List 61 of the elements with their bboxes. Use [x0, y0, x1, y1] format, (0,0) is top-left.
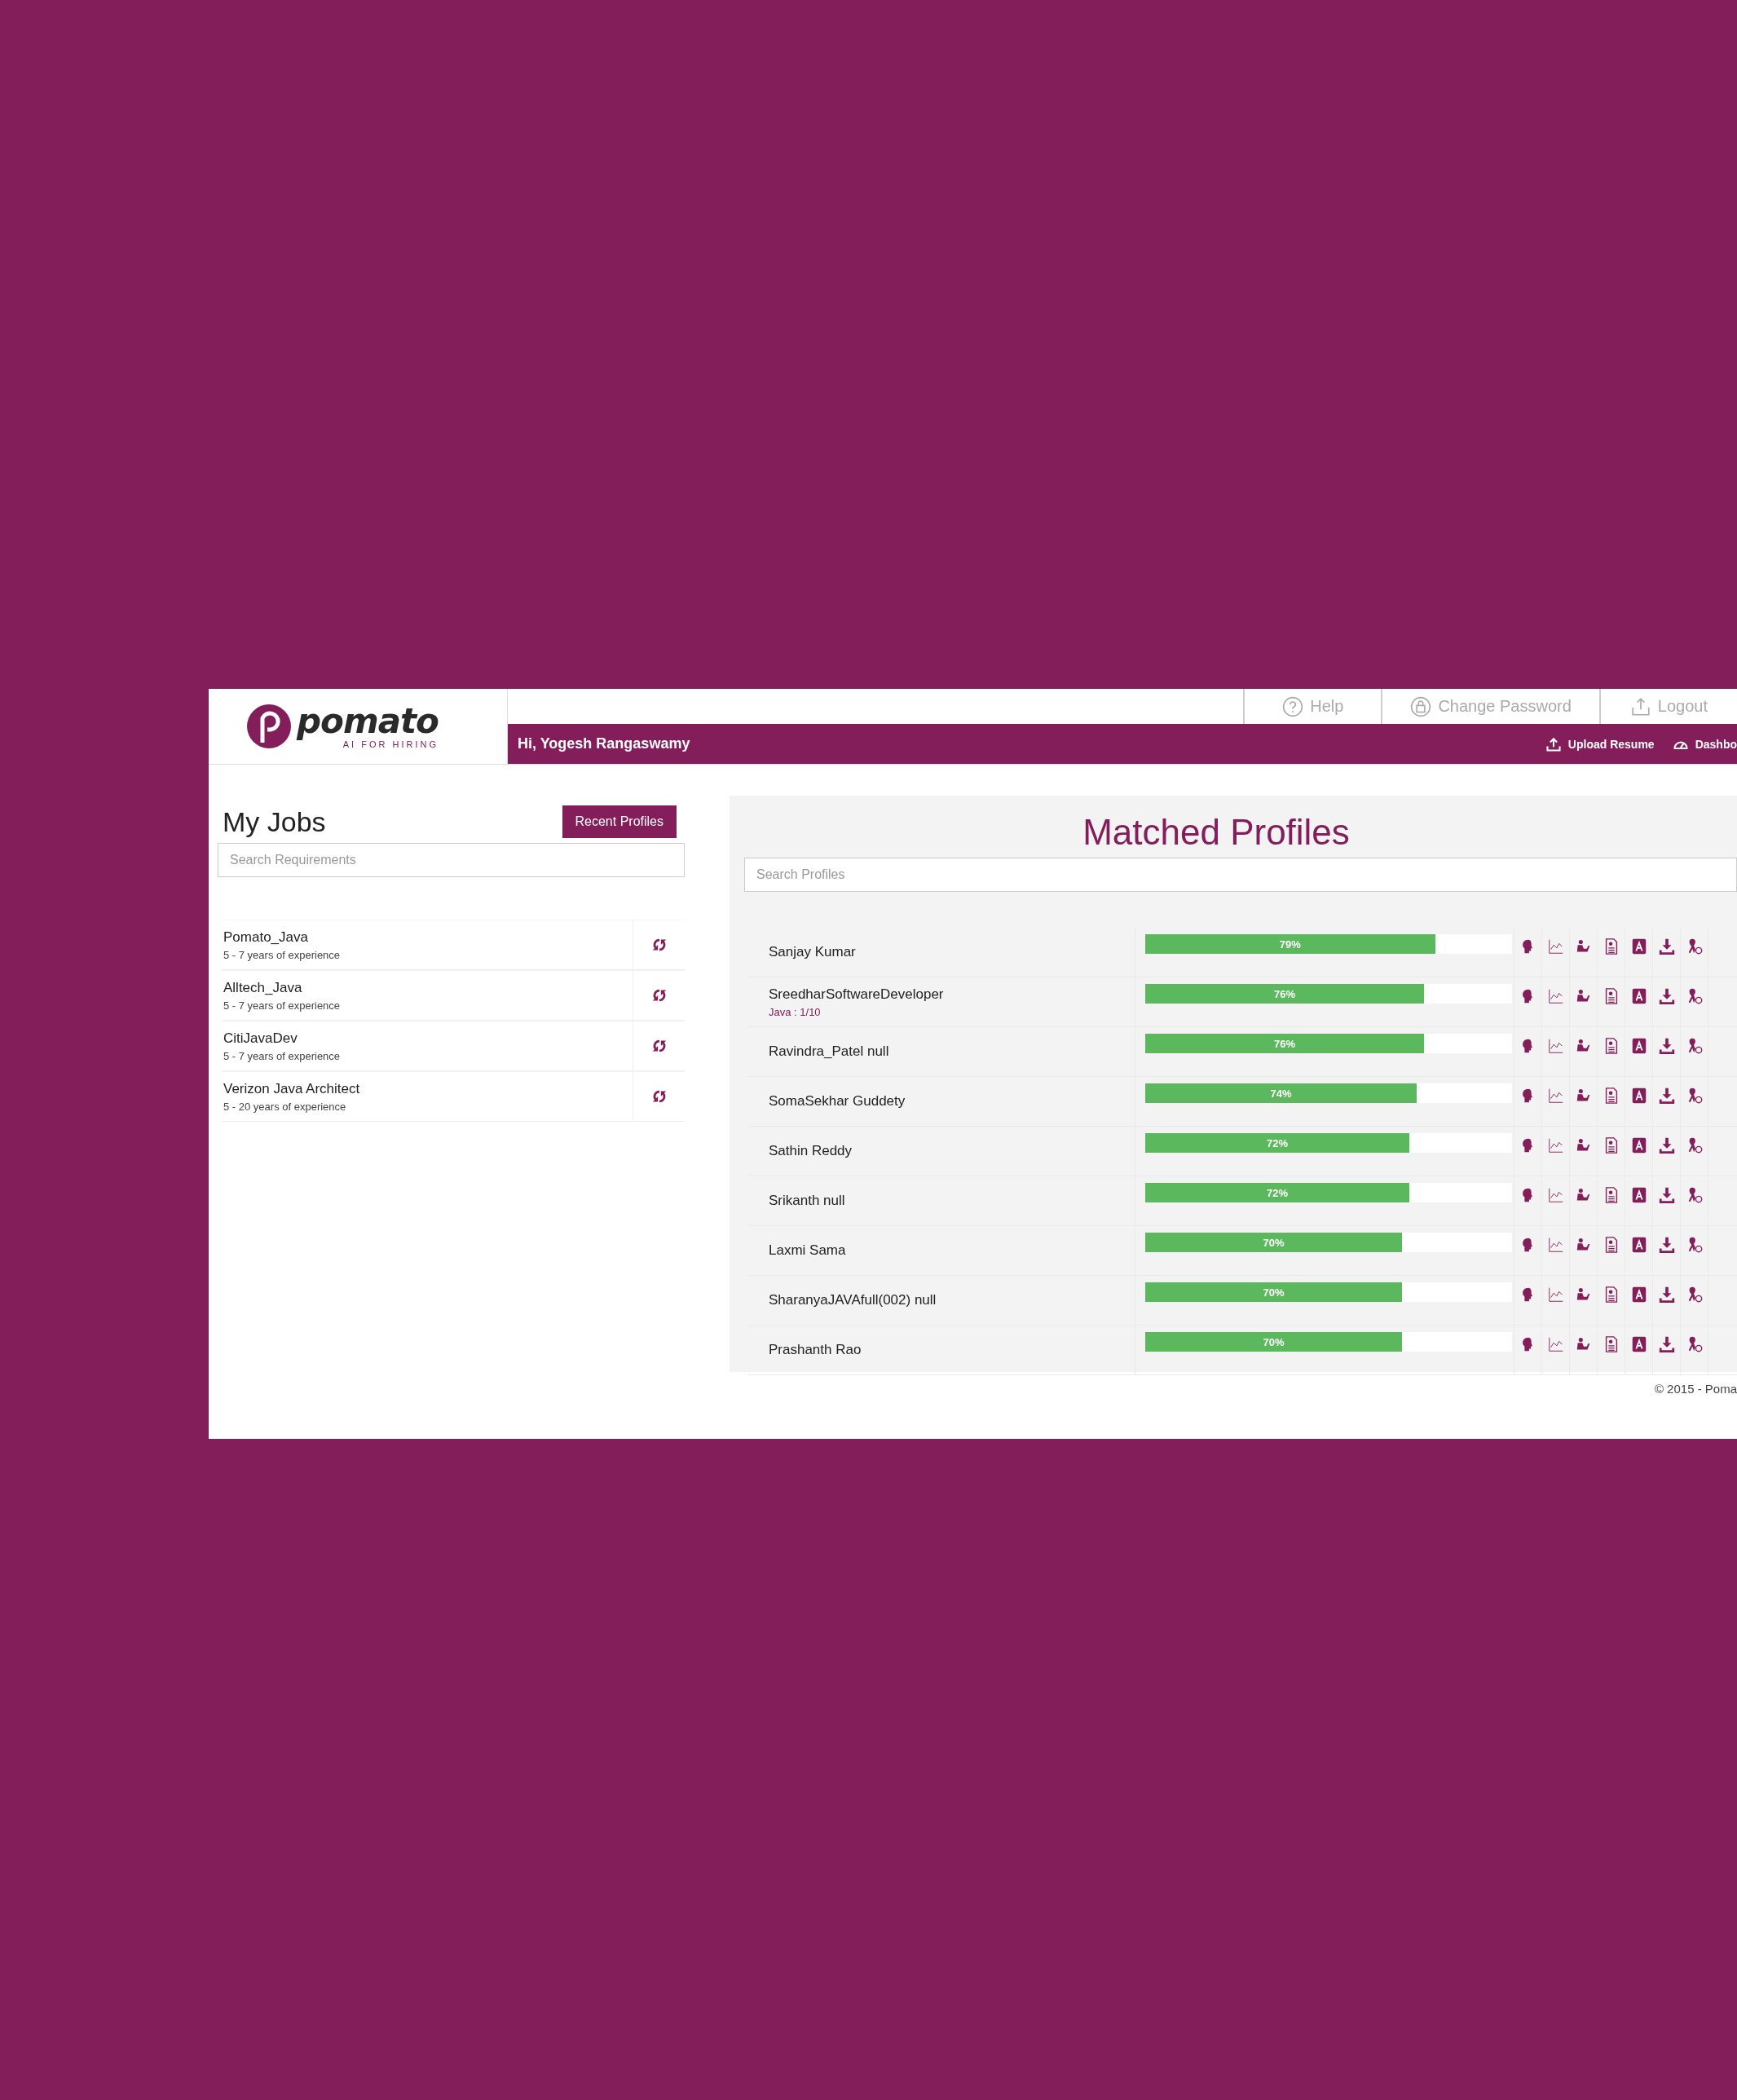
logo-icon	[246, 704, 292, 749]
top-link-label: Help	[1310, 697, 1344, 716]
download-icon[interactable]	[1657, 1136, 1676, 1154]
job-experience: 5 - 20 years of experience	[223, 1100, 347, 1113]
line-chart-icon[interactable]	[1546, 1286, 1565, 1304]
match-percent: 70%	[1263, 1286, 1285, 1299]
profile-name[interactable]: Laxmi Sama	[769, 1242, 1135, 1259]
download-icon[interactable]	[1657, 1236, 1676, 1254]
section-title: My Jobs	[223, 805, 326, 838]
profile-name[interactable]: Ravindra_Patel null	[769, 1043, 1135, 1060]
job-title[interactable]: CitiJavaDev	[223, 1030, 633, 1047]
profile-name[interactable]: Sanjay Kumar	[769, 944, 1135, 960]
download-icon[interactable]	[1657, 938, 1676, 955]
top-link-label: Change Password	[1438, 697, 1572, 716]
upload-icon[interactable]	[1545, 735, 1562, 752]
match-percent: 72%	[1267, 1136, 1288, 1149]
recent-profiles-button[interactable]: Recent Profiles	[562, 805, 677, 838]
profile-name[interactable]: SreedharSoftwareDeveloper	[769, 986, 1135, 1003]
nav-link[interactable]: Dashbo	[1672, 735, 1737, 752]
search-field[interactable]: Search Profiles	[744, 858, 1737, 892]
job-experience: 5 - 7 years of experience	[223, 999, 342, 1012]
line-chart-icon[interactable]	[1546, 1236, 1565, 1254]
line-chart-icon[interactable]	[1546, 938, 1565, 955]
profile-name[interactable]: SharanyaJAVAfull(002) null	[769, 1292, 1135, 1308]
job-experience: 5 - 7 years of experience	[223, 948, 342, 961]
section-title: Matched Profiles	[1082, 812, 1351, 853]
job-title[interactable]: Verizon Java Architect	[223, 1080, 633, 1097]
line-chart-icon[interactable]	[1546, 1186, 1565, 1204]
profile-name[interactable]: Sathin Reddy	[769, 1143, 1135, 1159]
logo-wordmark: pomato	[297, 704, 439, 739]
download-icon[interactable]	[1657, 1087, 1676, 1105]
match-percent: 70%	[1263, 1335, 1285, 1348]
copyright: © 2015 - Poma	[1654, 1382, 1737, 1396]
nav-link[interactable]: Upload Resume	[1545, 735, 1655, 752]
greeting: Hi, Yogesh Rangaswamy	[518, 735, 690, 752]
line-chart-icon[interactable]	[1546, 1037, 1565, 1055]
top-link-label: Logout	[1657, 697, 1708, 716]
job-title[interactable]: Pomato_Java	[223, 929, 633, 946]
download-icon[interactable]	[1657, 1037, 1676, 1055]
download-icon[interactable]	[1657, 1335, 1676, 1353]
profile-name[interactable]: Prashanth Rao	[769, 1342, 1135, 1358]
job-title[interactable]: Alltech_Java	[223, 979, 633, 996]
download-icon[interactable]	[1657, 1186, 1676, 1204]
match-percent: 70%	[1263, 1236, 1285, 1249]
logo-tagline: AI FOR HIRING	[342, 739, 439, 749]
match-percent: 76%	[1274, 1037, 1295, 1050]
line-chart-icon[interactable]	[1546, 1335, 1565, 1353]
profile-skill-score: Java : 1/10	[769, 1005, 822, 1018]
profile-name[interactable]: SomaSekhar Guddety	[769, 1093, 1135, 1110]
match-percent: 72%	[1267, 1186, 1288, 1199]
search-field[interactable]: Search Requirements	[218, 843, 685, 877]
line-chart-icon[interactable]	[1546, 987, 1565, 1005]
download-icon[interactable]	[1657, 987, 1676, 1005]
match-percent: 79%	[1279, 938, 1301, 951]
match-percent: 74%	[1270, 1087, 1292, 1100]
match-percent: 76%	[1274, 987, 1295, 1000]
line-chart-icon[interactable]	[1546, 1087, 1565, 1105]
download-icon[interactable]	[1657, 1286, 1676, 1304]
line-chart-icon[interactable]	[1546, 1136, 1565, 1154]
profile-name[interactable]: Srikanth null	[769, 1193, 1135, 1209]
job-experience: 5 - 7 years of experience	[223, 1049, 342, 1062]
